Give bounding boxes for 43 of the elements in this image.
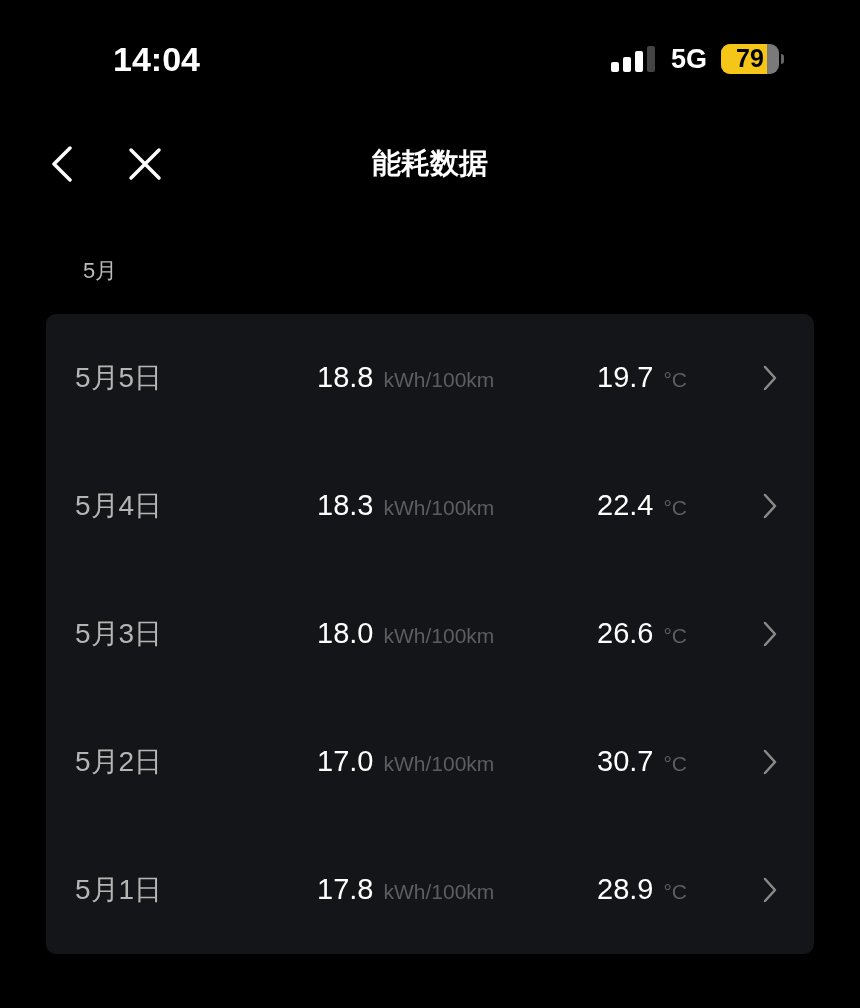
temperature-value: 19.7 [597,360,654,396]
temperature-unit: °C [663,623,688,650]
back-icon[interactable] [50,146,74,182]
battery-icon: 79 [721,44,779,74]
signal-icon [610,46,657,72]
chevron-icon [762,748,778,776]
date-label: 5月5日 [75,361,164,395]
day-row[interactable]: 5月1日 17.8 kWh/100km 28.9 °C [46,826,814,954]
page-title: 能耗数据 [372,146,488,182]
month-label: 5月 [83,257,119,285]
temperature-value: 30.7 [597,744,654,780]
date-label: 5月1日 [75,873,164,907]
chevron-icon [762,492,778,520]
temperature-value: 26.6 [597,616,654,652]
close-icon[interactable] [128,147,162,181]
temperature-unit: °C [663,751,688,778]
temperature-unit: °C [663,879,688,906]
chevron-icon [762,620,778,648]
network-label: 5G [670,42,707,76]
consumption-unit: kWh/100km [383,623,495,650]
temperature-value: 28.9 [597,872,654,908]
temperature-unit: °C [663,367,688,394]
day-row[interactable]: 5月3日 18.0 kWh/100km 26.6 °C [46,570,814,698]
consumption-value: 18.8 [317,360,374,396]
date-label: 5月4日 [75,489,164,523]
chevron-icon [762,364,778,392]
chevron-icon [762,876,778,904]
day-row[interactable]: 5月4日 18.3 kWh/100km 22.4 °C [46,442,814,570]
consumption-value: 18.0 [317,616,374,652]
consumption-value: 17.0 [317,744,374,780]
temperature-value: 22.4 [597,488,654,524]
consumption-unit: kWh/100km [383,879,495,906]
consumption-value: 18.3 [317,488,374,524]
consumption-unit: kWh/100km [383,367,495,394]
temperature-unit: °C [663,495,688,522]
day-row[interactable]: 5月5日 18.8 kWh/100km 19.7 °C [46,314,814,442]
consumption-unit: kWh/100km [383,495,495,522]
day-row[interactable]: 5月2日 17.0 kWh/100km 30.7 °C [46,698,814,826]
consumption-unit: kWh/100km [383,751,495,778]
date-label: 5月3日 [75,617,164,651]
status-time: 14:04 [113,38,200,80]
date-label: 5月2日 [75,745,164,779]
consumption-value: 17.8 [317,872,374,908]
